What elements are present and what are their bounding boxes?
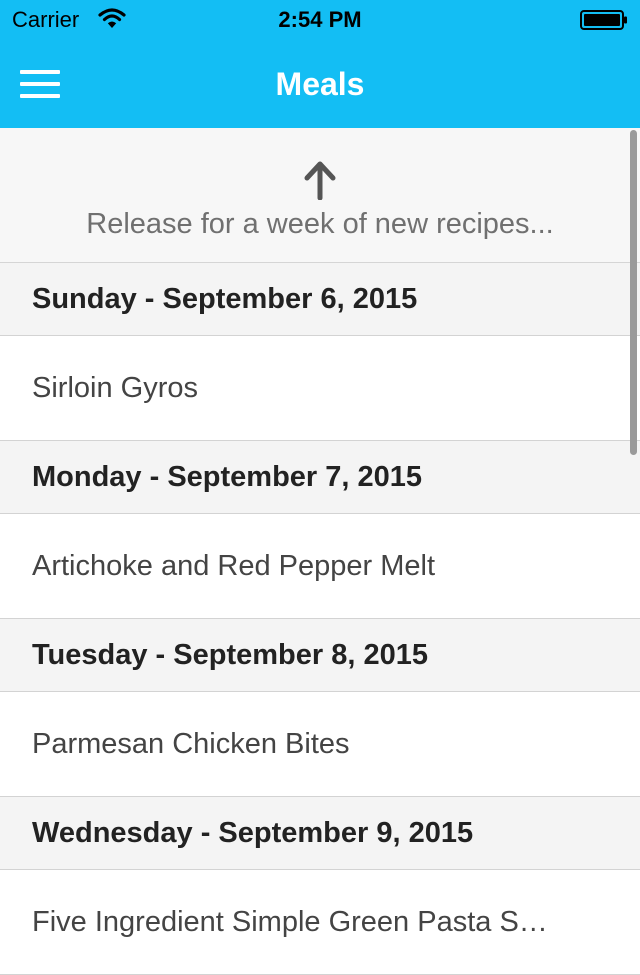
meal-item[interactable]: Artichoke and Red Pepper Melt [0, 514, 640, 619]
day-header: Sunday - September 6, 2015 [0, 263, 640, 336]
status-time: 2:54 PM [278, 7, 362, 32]
meal-item[interactable]: Five Ingredient Simple Green Pasta S… [0, 870, 640, 975]
battery-icon [580, 10, 627, 30]
meal-list: Sunday - September 6, 2015 Sirloin Gyros… [0, 263, 640, 975]
status-bar: Carrier 2:54 PM [0, 0, 640, 40]
scrollbar[interactable] [630, 130, 637, 455]
meal-item[interactable]: Parmesan Chicken Bites [0, 692, 640, 797]
hamburger-menu-icon[interactable] [20, 68, 60, 100]
refresh-hint: Release for a week of new recipes... [86, 208, 554, 240]
meal-item[interactable]: Sirloin Gyros [0, 336, 640, 441]
day-header: Wednesday - September 9, 2015 [0, 797, 640, 870]
pull-to-refresh: Release for a week of new recipes... [0, 128, 640, 263]
day-header: Monday - September 7, 2015 [0, 441, 640, 514]
day-header: Tuesday - September 8, 2015 [0, 619, 640, 692]
top-bar: Carrier 2:54 PM Meals [0, 0, 640, 128]
navigation-bar: Meals [0, 40, 640, 128]
page-title: Meals [275, 66, 365, 102]
arrow-up-icon [304, 161, 336, 200]
